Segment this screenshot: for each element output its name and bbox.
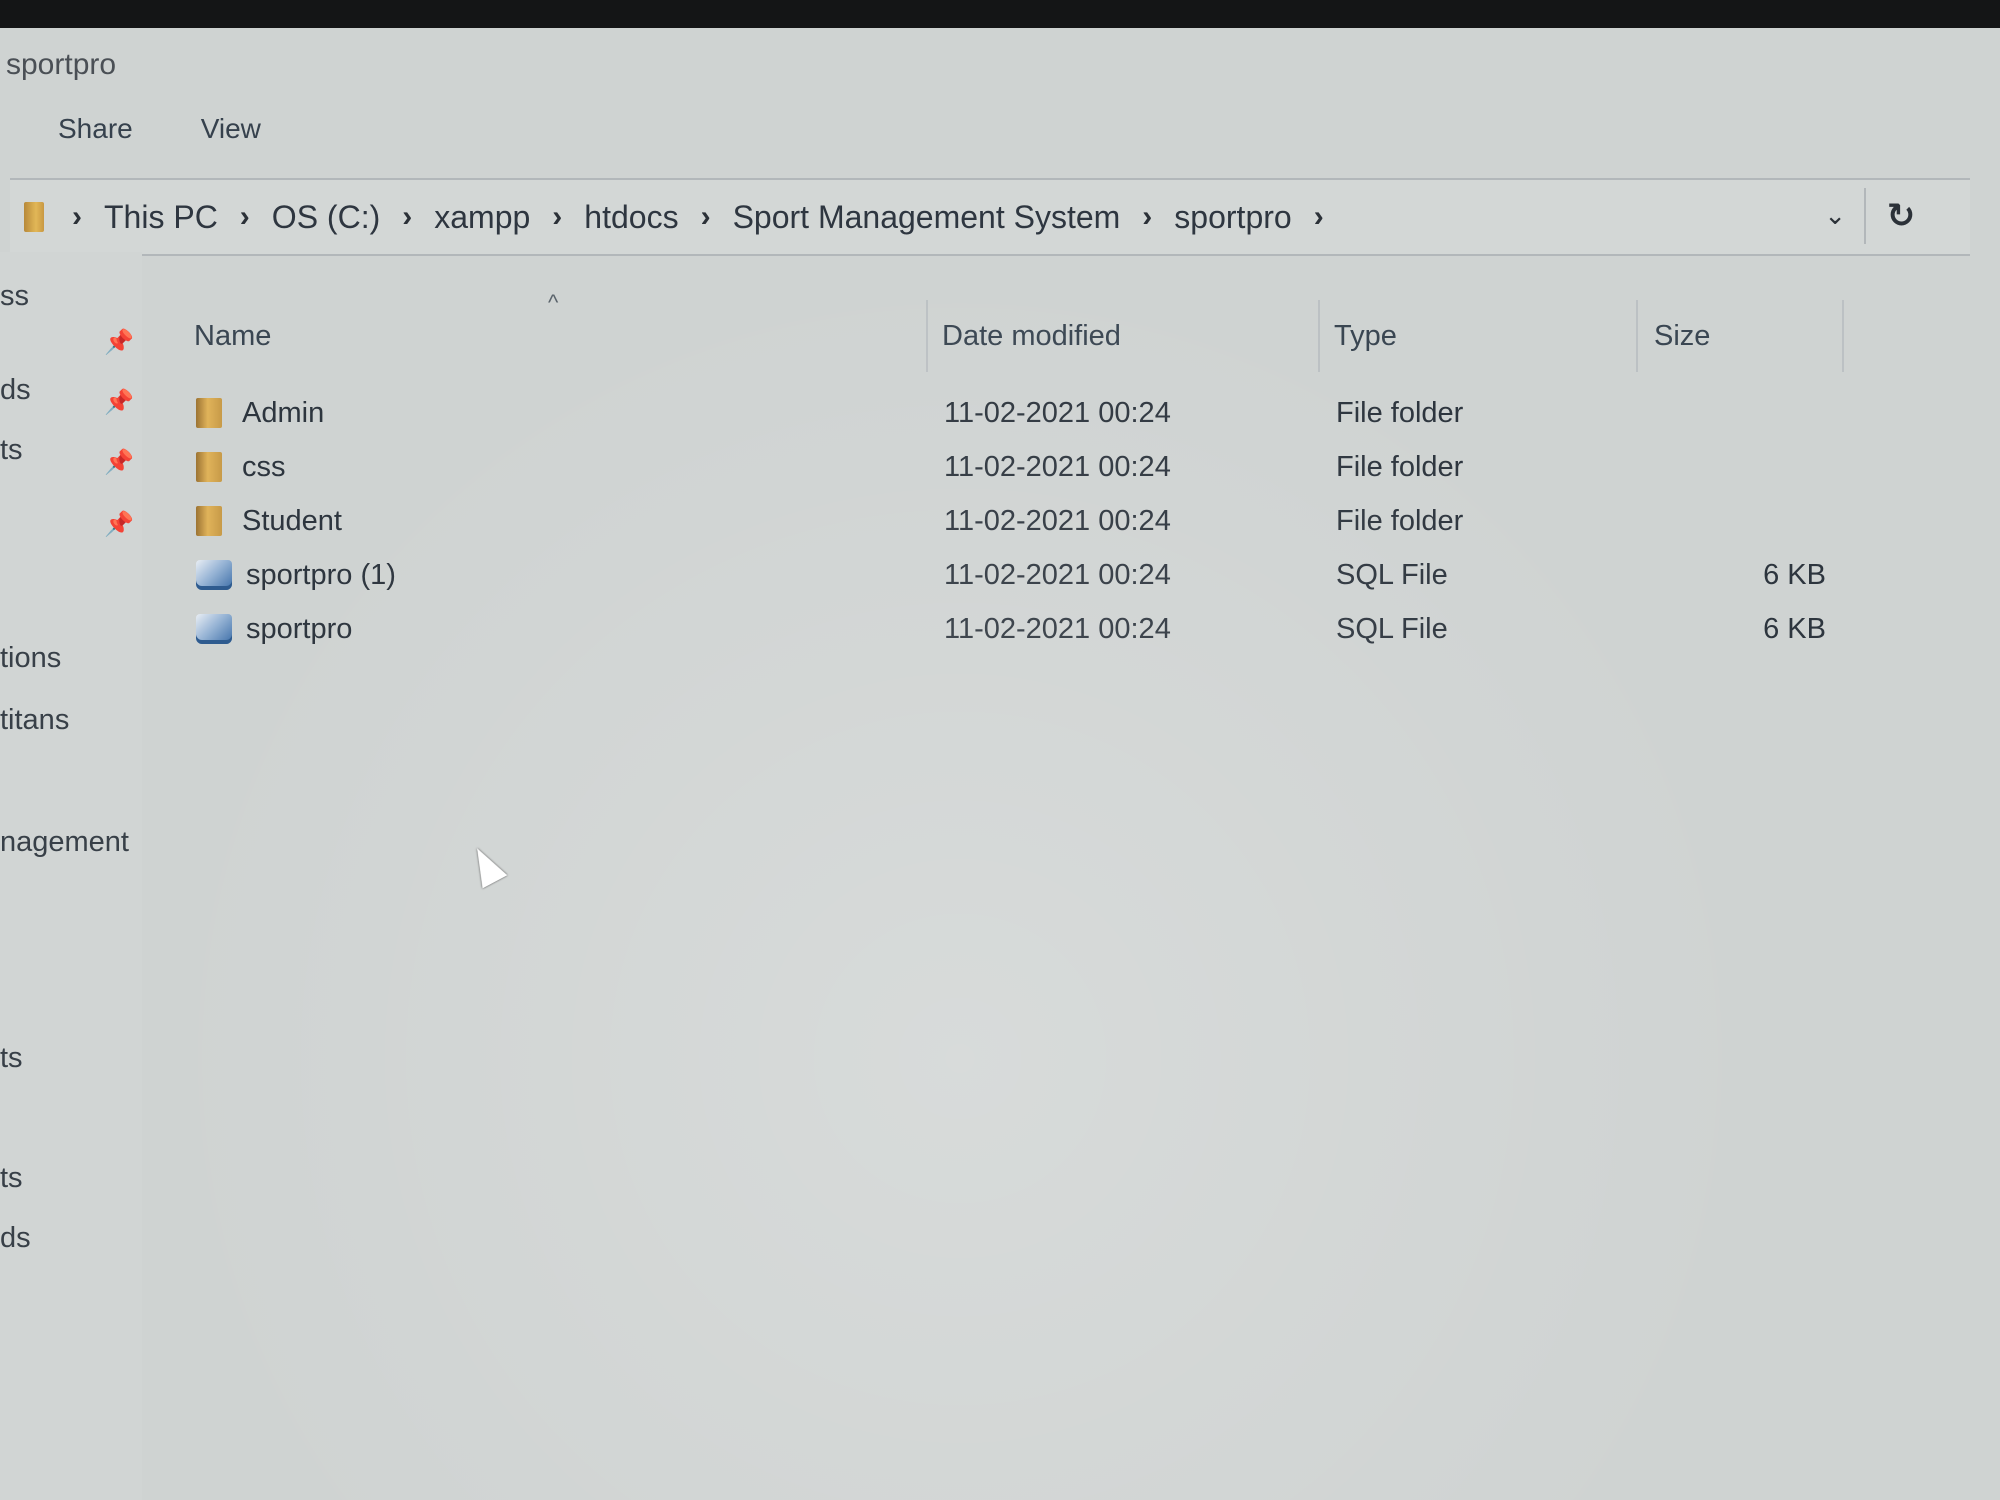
file-name-cell: css bbox=[170, 451, 928, 484]
tab-share[interactable]: Share bbox=[58, 113, 133, 145]
file-row[interactable]: css 11-02-2021 00:24 File folder bbox=[170, 440, 1850, 494]
breadcrumb-os-c[interactable]: OS (C:) bbox=[272, 199, 380, 236]
pin-icon[interactable]: 📌 bbox=[104, 328, 134, 357]
nav-item[interactable]: ds bbox=[0, 1222, 31, 1255]
navigation-pane: ss ds ts tions titans nagement ts ts ds … bbox=[0, 252, 142, 1500]
file-date: 11-02-2021 00:24 bbox=[944, 612, 1171, 645]
file-row[interactable]: sportpro (1) 11-02-2021 00:24 SQL File 6… bbox=[170, 548, 1850, 602]
file-type: File folder bbox=[1336, 450, 1464, 483]
chevron-right-icon[interactable]: › bbox=[402, 200, 412, 234]
nav-item[interactable]: nagement bbox=[0, 826, 129, 859]
chevron-right-icon[interactable]: › bbox=[552, 200, 562, 234]
chevron-down-icon[interactable]: ⌄ bbox=[1824, 200, 1846, 231]
file-list-header: Name Date modified Type Size bbox=[170, 300, 1850, 372]
file-row[interactable]: Admin 11-02-2021 00:24 File folder bbox=[170, 386, 1850, 440]
window-title: sportpro bbox=[6, 48, 117, 81]
sql-file-icon bbox=[196, 614, 232, 644]
ribbon-tabs: Share View bbox=[58, 113, 261, 145]
column-header-date-modified[interactable]: Date modified bbox=[928, 300, 1320, 372]
file-name: Admin bbox=[242, 396, 325, 429]
folder-icon bbox=[196, 398, 222, 428]
chevron-right-icon[interactable]: › bbox=[240, 200, 250, 234]
chevron-right-icon[interactable]: › bbox=[72, 200, 82, 234]
file-size: 6 KB bbox=[1763, 612, 1826, 645]
nav-item[interactable]: ts bbox=[0, 1162, 23, 1195]
nav-item[interactable]: titans bbox=[0, 704, 69, 737]
address-bar[interactable]: › This PC › OS (C:) › xampp › htdocs › S… bbox=[10, 178, 1970, 256]
file-explorer-window: sportpro Share View › This PC › OS (C:) … bbox=[0, 28, 2000, 1500]
file-name-cell: sportpro (1) bbox=[170, 559, 928, 592]
folder-icon bbox=[196, 506, 222, 536]
file-list: Admin 11-02-2021 00:24 File folder css 1… bbox=[170, 386, 1850, 656]
breadcrumb-sport-management-system[interactable]: Sport Management System bbox=[733, 199, 1121, 236]
mouse-cursor-icon bbox=[464, 841, 508, 889]
chevron-right-icon[interactable]: › bbox=[1142, 200, 1152, 234]
column-header-name[interactable]: Name bbox=[170, 300, 928, 372]
file-size: 6 KB bbox=[1763, 558, 1826, 591]
nav-item[interactable]: ts bbox=[0, 1042, 23, 1075]
chevron-right-icon[interactable]: › bbox=[701, 200, 711, 234]
pin-icon[interactable]: 📌 bbox=[104, 448, 134, 477]
breadcrumb-this-pc[interactable]: This PC bbox=[104, 199, 218, 236]
file-row[interactable]: Student 11-02-2021 00:24 File folder bbox=[170, 494, 1850, 548]
file-type: SQL File bbox=[1336, 612, 1448, 645]
nav-item[interactable]: tions bbox=[0, 642, 61, 675]
breadcrumb: › This PC › OS (C:) › xampp › htdocs › S… bbox=[66, 199, 1346, 236]
pin-icon[interactable]: 📌 bbox=[104, 510, 134, 539]
chevron-right-icon[interactable]: › bbox=[1314, 200, 1324, 234]
refresh-icon[interactable]: ↻ bbox=[1864, 188, 1936, 244]
file-row[interactable]: sportpro 11-02-2021 00:24 SQL File 6 KB bbox=[170, 602, 1850, 656]
folder-icon bbox=[24, 202, 44, 232]
file-date: 11-02-2021 00:24 bbox=[944, 558, 1171, 591]
breadcrumb-xampp[interactable]: xampp bbox=[434, 199, 530, 236]
breadcrumb-htdocs[interactable]: htdocs bbox=[584, 199, 678, 236]
file-name-cell: Admin bbox=[170, 397, 928, 430]
file-name: sportpro (1) bbox=[246, 558, 396, 591]
column-header-size[interactable]: Size bbox=[1638, 300, 1844, 372]
file-type: File folder bbox=[1336, 504, 1464, 537]
tab-view[interactable]: View bbox=[201, 113, 261, 145]
breadcrumb-sportpro[interactable]: sportpro bbox=[1174, 199, 1291, 236]
nav-item[interactable]: ts bbox=[0, 434, 23, 467]
file-name: sportpro bbox=[246, 612, 353, 645]
file-date: 11-02-2021 00:24 bbox=[944, 396, 1171, 429]
file-name-cell: sportpro bbox=[170, 613, 928, 646]
file-name: Student bbox=[242, 504, 342, 537]
file-date: 11-02-2021 00:24 bbox=[944, 504, 1171, 537]
file-type: File folder bbox=[1336, 396, 1464, 429]
column-header-type[interactable]: Type bbox=[1320, 300, 1638, 372]
nav-item[interactable]: ss bbox=[0, 280, 29, 313]
file-type: SQL File bbox=[1336, 558, 1448, 591]
folder-icon bbox=[196, 452, 222, 482]
file-date: 11-02-2021 00:24 bbox=[944, 450, 1171, 483]
file-name-cell: Student bbox=[170, 505, 928, 538]
nav-item[interactable]: ds bbox=[0, 374, 31, 407]
sql-file-icon bbox=[196, 560, 232, 590]
file-name: css bbox=[242, 450, 286, 483]
pin-icon[interactable]: 📌 bbox=[104, 388, 134, 417]
